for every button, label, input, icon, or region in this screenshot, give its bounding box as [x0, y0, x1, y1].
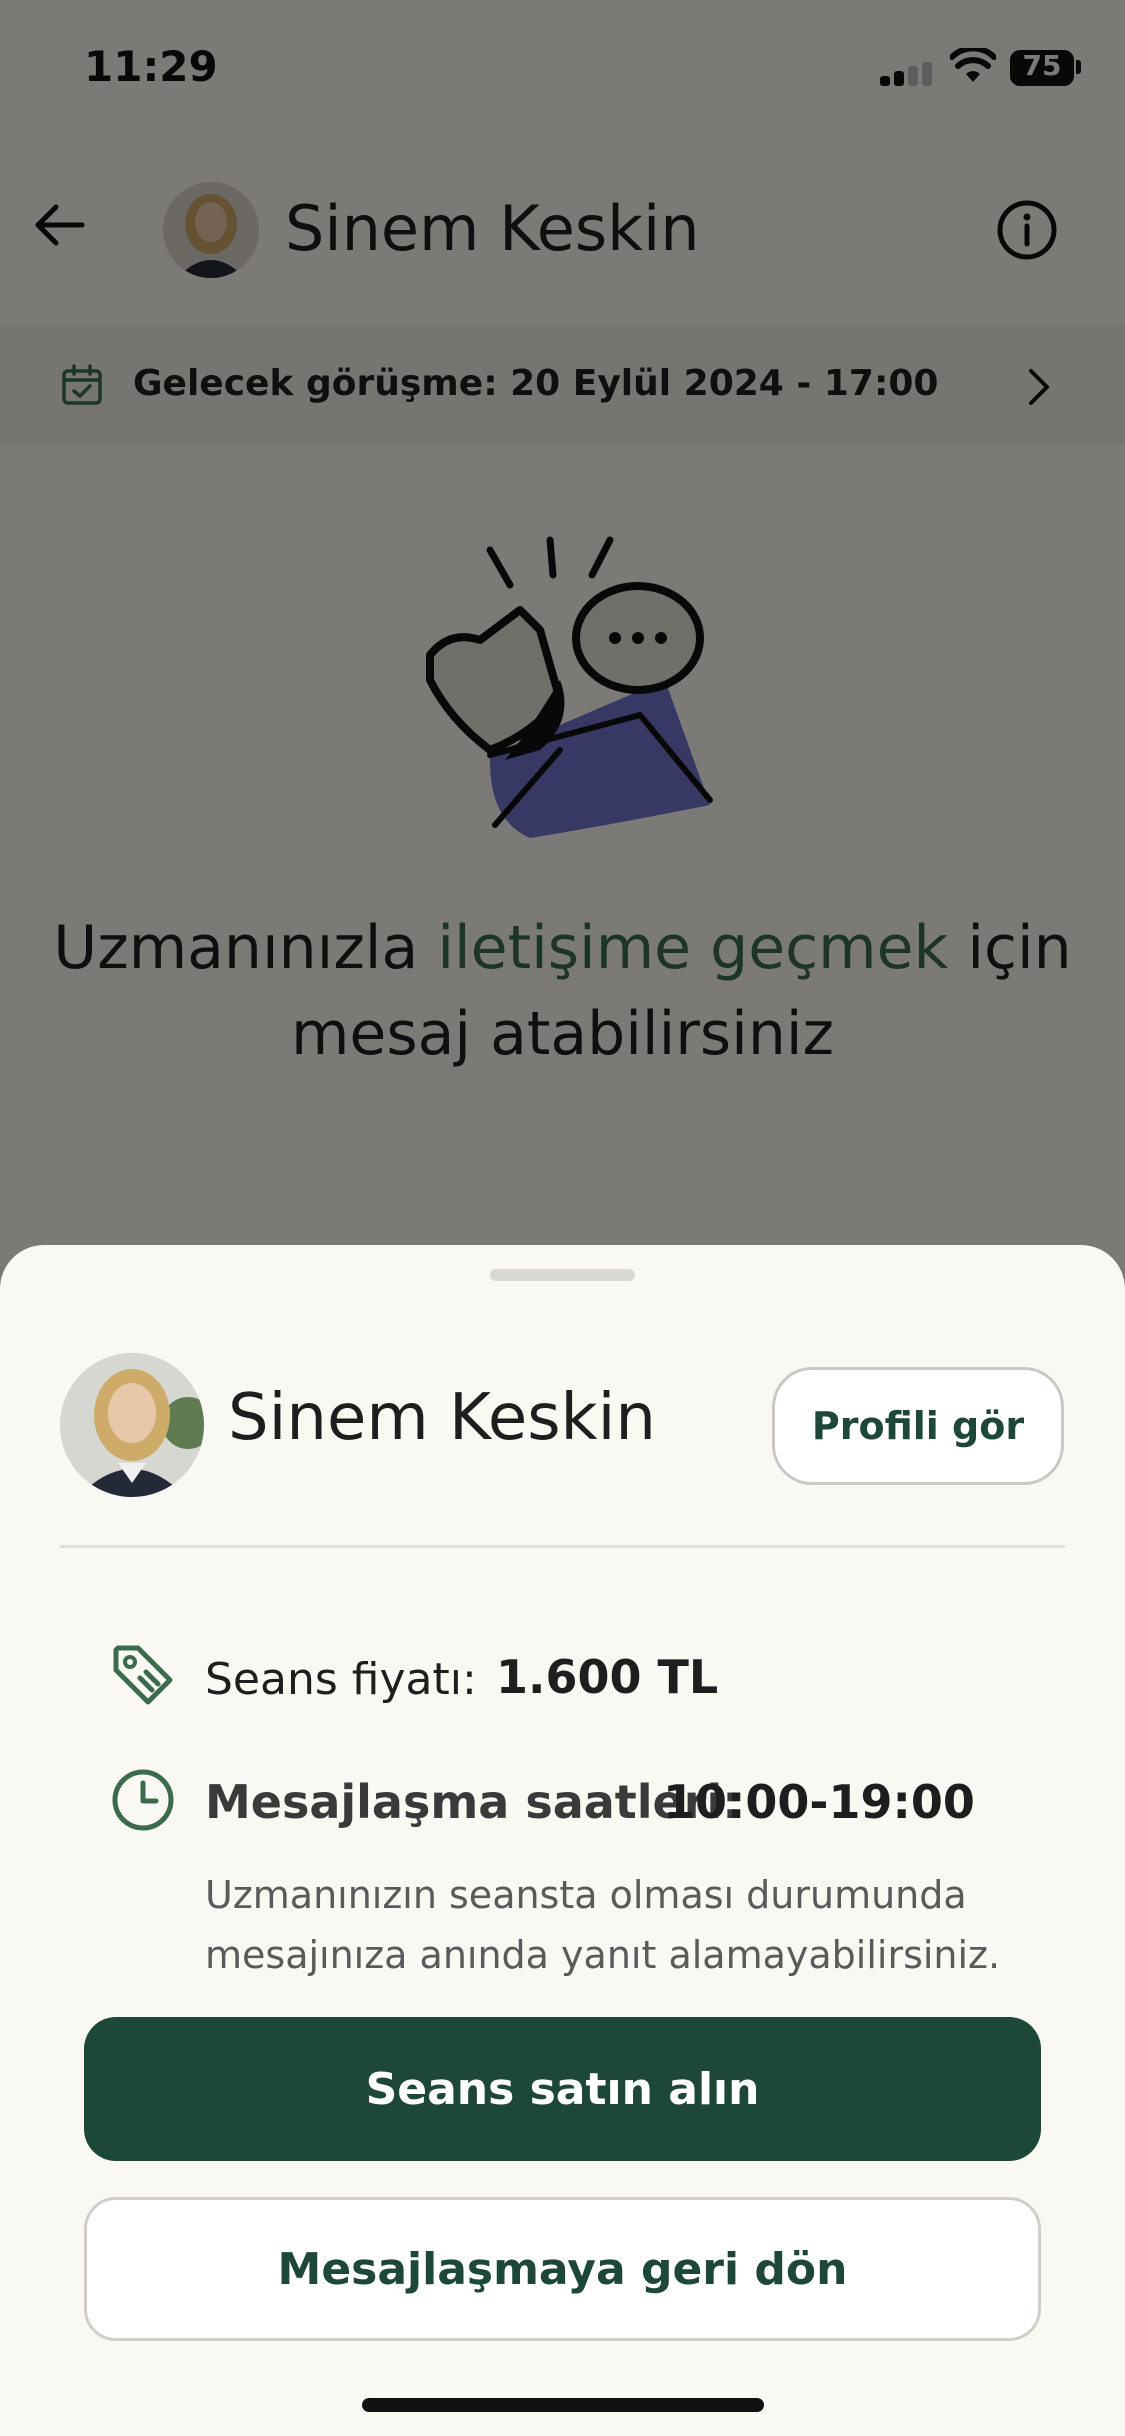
sheet-divider	[60, 1545, 1065, 1548]
view-profile-button[interactable]: Profili gör	[772, 1367, 1064, 1485]
clock-icon	[112, 1769, 174, 1831]
price-tag-icon	[113, 1645, 173, 1705]
home-indicator	[362, 2398, 764, 2412]
price-label: Seans fiyatı:	[205, 1654, 477, 1705]
messaging-hours-row: Mesajlaşma saatleri: 10:00-19:00 Uzmanın…	[108, 1765, 1058, 1977]
buy-session-button[interactable]: Seans satın alın	[84, 2017, 1041, 2161]
expert-avatar	[60, 1353, 204, 1497]
expert-bottom-sheet: Sinem Keskin Profili gör Seans fiyatı: 1…	[0, 1245, 1125, 2436]
expert-name: Sinem Keskin	[228, 1381, 656, 1455]
back-to-messaging-button[interactable]: Mesajlaşmaya geri dön	[84, 2197, 1041, 2341]
price-value: 1.600 TL	[496, 1650, 719, 1704]
hours-label: Mesajlaşma saatleri:	[205, 1775, 741, 1829]
hours-value: 10:00-19:00	[663, 1775, 975, 1829]
sheet-grabber[interactable]	[490, 1269, 635, 1281]
hours-note: Uzmanınızın seansta olması durumunda mes…	[205, 1873, 1001, 1977]
